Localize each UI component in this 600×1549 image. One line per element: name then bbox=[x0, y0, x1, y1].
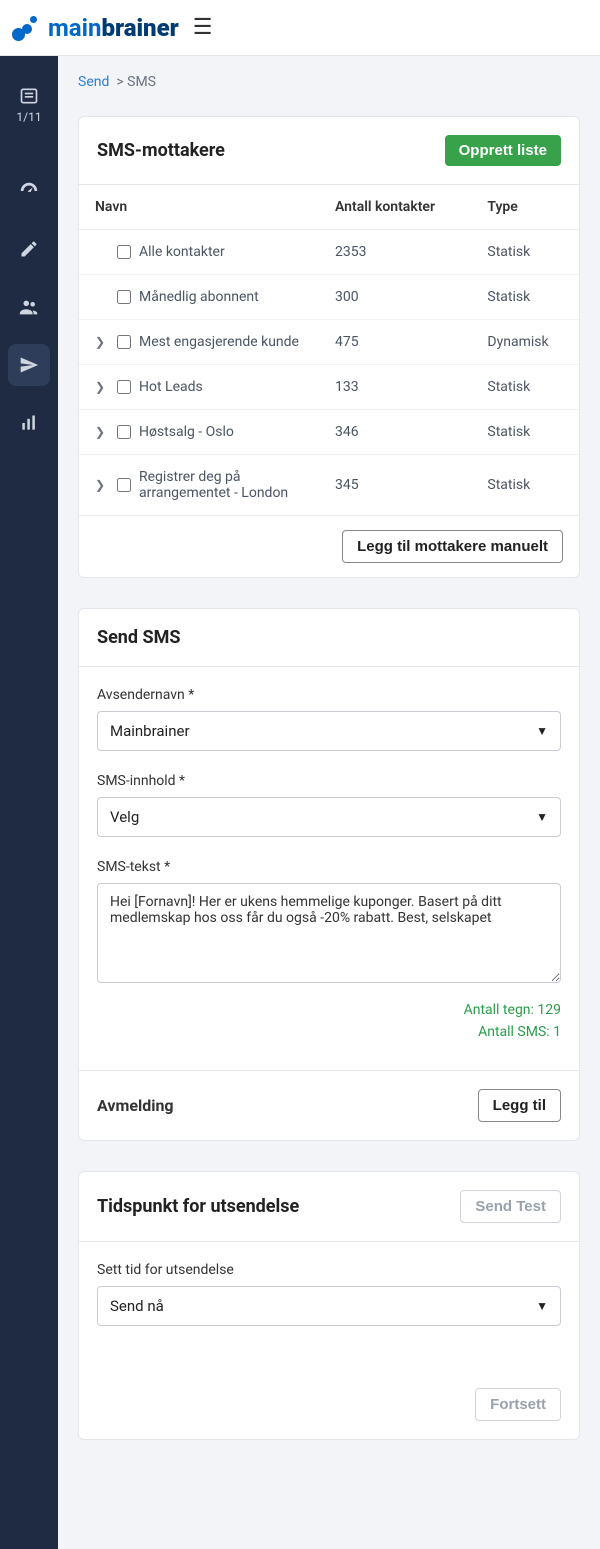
sidebar-dashboard[interactable] bbox=[8, 170, 50, 212]
send-sms-card: Send SMS Avsendernavn * Mainbrainer ▼ SM… bbox=[78, 608, 580, 1141]
chevron-right-icon[interactable]: ❯ bbox=[95, 425, 109, 439]
row-name: Månedlig abonnent bbox=[139, 289, 259, 305]
sidebar-users[interactable] bbox=[8, 286, 50, 328]
logo-dots-icon bbox=[12, 13, 42, 43]
add-manual-button[interactable]: Legg til mottakere manuelt bbox=[342, 530, 563, 563]
continue-button[interactable]: Fortsett bbox=[475, 1388, 561, 1421]
row-type: Statisk bbox=[471, 230, 579, 275]
row-checkbox[interactable] bbox=[117, 290, 131, 304]
sender-label: Avsendernavn * bbox=[97, 687, 561, 703]
table-row: ❯ Mest engasjerende kunde 475Dynamisk bbox=[79, 320, 579, 365]
breadcrumb-root[interactable]: Send bbox=[78, 74, 109, 90]
row-type: Statisk bbox=[471, 365, 579, 410]
caret-down-icon: ▼ bbox=[536, 724, 548, 738]
table-row: ❯Alle kontakter2353Statisk bbox=[79, 230, 579, 275]
hamburger-icon[interactable]: ☰ bbox=[193, 15, 213, 40]
row-name: Mest engasjerende kunde bbox=[139, 334, 299, 350]
chevron-right-icon[interactable]: ❯ bbox=[95, 380, 109, 394]
breadcrumb-current: SMS bbox=[127, 74, 156, 90]
row-checkbox[interactable] bbox=[117, 380, 131, 394]
table-row: ❯Månedlig abonnent300Statisk bbox=[79, 275, 579, 320]
row-name: Hot Leads bbox=[139, 379, 203, 395]
row-checkbox[interactable] bbox=[117, 245, 131, 259]
col-contacts: Antall kontakter bbox=[319, 185, 471, 230]
row-type: Statisk bbox=[471, 410, 579, 455]
row-name: Alle kontakter bbox=[139, 244, 225, 260]
sidebar-edit[interactable] bbox=[8, 228, 50, 270]
sms-text-area[interactable] bbox=[97, 883, 561, 983]
row-contacts: 300 bbox=[319, 275, 471, 320]
sender-select[interactable]: Mainbrainer ▼ bbox=[97, 711, 561, 751]
recipients-table: Navn Antall kontakter Type ❯ Alle kontakt… bbox=[79, 185, 579, 515]
sidebar-progress[interactable]: 1/11 bbox=[16, 86, 41, 124]
table-row: ❯ Hot Leads 133Statisk bbox=[79, 365, 579, 410]
row-contacts: 346 bbox=[319, 410, 471, 455]
timing-card: Tidspunkt for utsendelse Send Test Sett … bbox=[78, 1171, 580, 1440]
char-count: Antall tegn: 129 bbox=[97, 999, 561, 1021]
content-select-value: Velg bbox=[110, 808, 139, 826]
table-row: ❯ Høstsalg - Oslo 346Statisk bbox=[79, 410, 579, 455]
create-list-button[interactable]: Opprett liste bbox=[445, 135, 561, 166]
row-type: Statisk bbox=[471, 275, 579, 320]
content-select[interactable]: Velg ▼ bbox=[97, 797, 561, 837]
sender-select-value: Mainbrainer bbox=[110, 722, 190, 740]
row-name: Høstsalg - Oslo bbox=[139, 424, 234, 440]
row-contacts: 345 bbox=[319, 455, 471, 516]
schedule-select[interactable]: Send nå ▼ bbox=[97, 1286, 561, 1326]
row-contacts: 133 bbox=[319, 365, 471, 410]
topbar: mainbrainer ☰ bbox=[0, 0, 600, 56]
sidebar: 1/11 bbox=[0, 56, 58, 1549]
breadcrumb: Send > SMS bbox=[78, 74, 580, 90]
unsub-title: Avmelding bbox=[97, 1096, 174, 1115]
col-name: Navn bbox=[79, 185, 319, 230]
row-name: Registrer deg på arrangementet - London bbox=[139, 469, 299, 501]
sidebar-analytics[interactable] bbox=[8, 402, 50, 444]
recipients-card: SMS-mottakere Opprett liste Navn Antall … bbox=[78, 116, 580, 578]
chevron-right-icon[interactable]: ❯ bbox=[95, 478, 109, 492]
row-type: Dynamisk bbox=[471, 320, 579, 365]
sidebar-send[interactable] bbox=[8, 344, 50, 386]
timing-title: Tidspunkt for utsendelse bbox=[97, 1196, 299, 1217]
send-sms-title: Send SMS bbox=[97, 627, 180, 648]
text-label: SMS-tekst * bbox=[97, 859, 561, 875]
schedule-select-value: Send nå bbox=[110, 1297, 164, 1315]
schedule-label: Sett tid for utsendelse bbox=[97, 1262, 561, 1278]
row-type: Statisk bbox=[471, 455, 579, 516]
col-type: Type bbox=[471, 185, 579, 230]
row-contacts: 475 bbox=[319, 320, 471, 365]
content-label: SMS-innhold * bbox=[97, 773, 561, 789]
logo: mainbrainer bbox=[12, 13, 179, 43]
logo-text-first: main bbox=[48, 14, 101, 42]
logo-text-second: brainer bbox=[101, 14, 178, 42]
row-checkbox[interactable] bbox=[117, 335, 131, 349]
row-contacts: 2353 bbox=[319, 230, 471, 275]
logo-text: mainbrainer bbox=[48, 14, 179, 42]
unsub-add-button[interactable]: Legg til bbox=[478, 1089, 561, 1122]
caret-down-icon: ▼ bbox=[536, 1299, 548, 1313]
chevron-right-icon[interactable]: ❯ bbox=[95, 335, 109, 349]
row-checkbox[interactable] bbox=[117, 425, 131, 439]
sidebar-progress-text: 1/11 bbox=[16, 110, 41, 124]
caret-down-icon: ▼ bbox=[536, 810, 548, 824]
main-content: Send > SMS SMS-mottakere Opprett liste N… bbox=[58, 56, 600, 1549]
row-checkbox[interactable] bbox=[117, 478, 131, 492]
sms-count: Antall SMS: 1 bbox=[97, 1021, 561, 1043]
table-row: ❯ Registrer deg på arrangementet - London… bbox=[79, 455, 579, 516]
recipients-title: SMS-mottakere bbox=[97, 140, 225, 161]
send-test-button[interactable]: Send Test bbox=[460, 1190, 561, 1223]
